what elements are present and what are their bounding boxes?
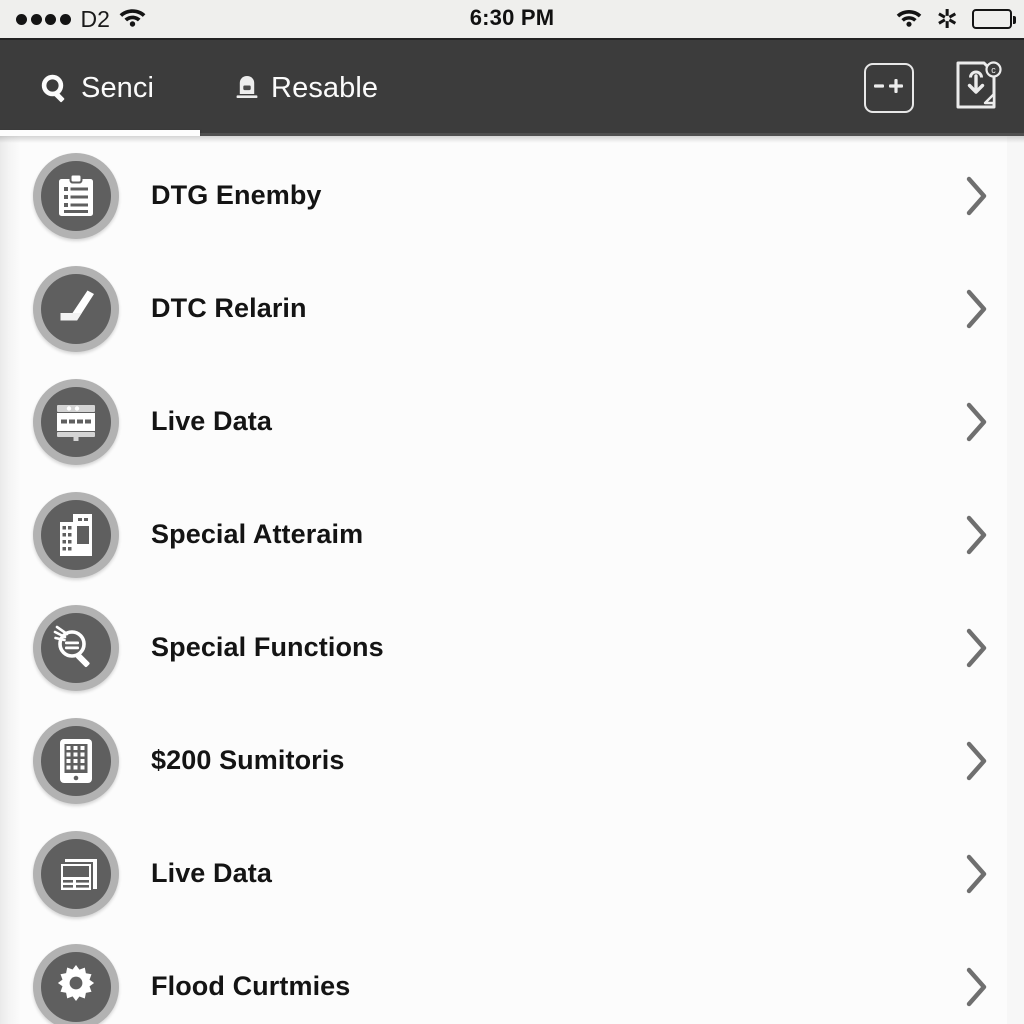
nav-bar: Senci Resable c [0,40,1024,136]
list-item[interactable]: DTG Enemby [0,139,1024,252]
chevron-right-icon [964,851,990,897]
document-download-icon: c [952,59,1002,118]
status-bar-left: D2 [16,6,146,33]
chevron-right-icon [964,512,990,558]
seat-icon [33,265,119,352]
list-item-label: Live Data [151,406,272,436]
gauge-icon [33,378,119,465]
tab-senci[interactable]: Senci [0,40,201,136]
minus-plus-button[interactable] [864,63,914,113]
save-document-button[interactable]: c [952,60,1002,113]
chevron-right-icon [964,173,990,219]
status-bar: D2 6:30 PM ✲ [0,0,1024,40]
asterisk-icon: ✲ [936,4,958,34]
building-icon [33,491,119,578]
wifi-icon [896,7,922,32]
svg-text:c: c [991,65,996,75]
list-item-label: DTG Enemby [151,180,322,210]
list-item-label: DTC Relarin [151,293,307,323]
gear-icon [33,943,119,1024]
list-item[interactable]: Special Functions [0,591,1024,704]
chevron-right-icon [964,625,990,671]
battery-icon [972,9,1016,29]
chevron-right-icon [964,738,990,784]
chevron-right-icon [964,964,990,1010]
lock-icon [234,74,260,102]
tab-senci-label: Senci [81,71,155,104]
list-item[interactable]: Flood Curtmies [0,930,1024,1024]
carrier-label: D2 [80,5,110,32]
tab-resable[interactable]: Resable [200,40,412,136]
app-root: D2 6:30 PM ✲ Senci Resable c DTG Enemby … [0,0,1024,1024]
content-area: DTG Enemby DTC Relarin Live Data Special… [0,136,1024,1024]
list-item[interactable]: DTC Relarin [0,252,1024,365]
tab-resable-label: Resable [271,71,379,104]
list-item-label: Flood Curtmies [151,971,351,1001]
list-item[interactable]: Special Atteraim [0,478,1024,591]
tablet-keypad-icon [33,717,119,804]
chevron-right-icon [964,286,990,332]
clock-label: 6:30 PM [469,5,555,30]
nav-actions: c [864,60,1002,113]
tab-bar: Senci Resable [0,40,412,136]
magnifier-icon [33,604,119,691]
search-icon [40,73,70,103]
chevron-right-icon [964,399,990,445]
status-bar-center: 6:30 PM [0,0,1024,36]
list-item[interactable]: Live Data [0,365,1024,478]
list-item[interactable]: $200 Sumitoris [0,704,1024,817]
clipboard-icon [33,152,119,239]
signal-strength-icon [16,13,71,25]
wifi-icon [119,6,146,32]
report-icon [33,830,119,917]
minus-plus-icon [872,77,906,100]
list-item-label: $200 Sumitoris [151,745,345,775]
status-bar-right: ✲ [896,4,1016,34]
list-item-label: Special Functions [151,632,384,662]
list-item-label: Live Data [151,858,272,888]
list-item-label: Special Atteraim [151,519,364,549]
list-item[interactable]: Live Data [0,817,1024,930]
menu-list: DTG Enemby DTC Relarin Live Data Special… [0,136,1024,1024]
